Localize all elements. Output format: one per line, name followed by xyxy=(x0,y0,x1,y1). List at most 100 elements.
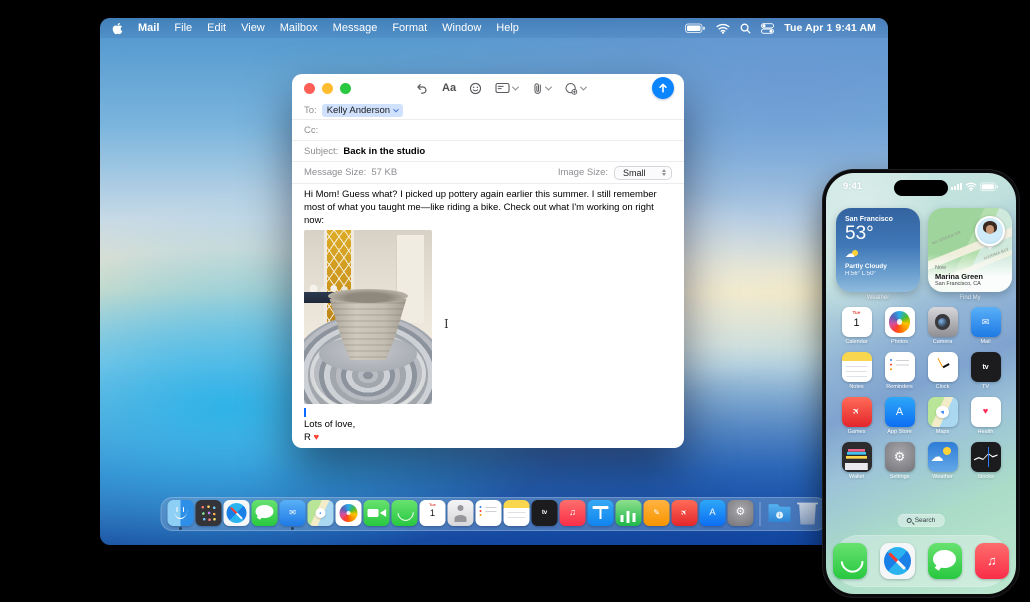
dock-item-safari[interactable] xyxy=(223,498,250,530)
dock-item-phone[interactable] xyxy=(391,498,418,530)
dock-item-contacts[interactable] xyxy=(447,498,474,530)
emoji-button[interactable] xyxy=(469,82,482,95)
dock-icon-finder[interactable] xyxy=(167,500,194,526)
dock-icon-numbers[interactable] xyxy=(615,500,642,526)
dock-item-keynote[interactable] xyxy=(587,498,614,530)
menu-window[interactable]: Window xyxy=(442,22,481,34)
app-icon-health[interactable]: ♥ xyxy=(970,397,1001,427)
dock-icon-safari[interactable] xyxy=(223,500,250,526)
dock-icon-mail[interactable]: ✉ xyxy=(279,500,306,526)
dock-icon-launchpad[interactable] xyxy=(195,500,222,526)
dock-icon-reminders[interactable] xyxy=(475,500,502,526)
dock-icon-trash[interactable] xyxy=(797,502,818,525)
message-body[interactable]: Hi Mom! Guess what? I picked up pottery … xyxy=(292,184,684,445)
app-icon-maps[interactable] xyxy=(927,397,958,427)
dock-app-icon-phone[interactable] xyxy=(833,543,868,579)
dock-item-finder[interactable] xyxy=(167,498,194,530)
dock-icon-phone[interactable] xyxy=(391,500,418,526)
dock-icon-settings[interactable]: ⚙ xyxy=(727,500,754,526)
minimize-button[interactable] xyxy=(322,82,333,94)
dock-app-icon-safari[interactable] xyxy=(880,543,915,579)
dock-icon-facetime[interactable] xyxy=(363,500,390,526)
menu-format[interactable]: Format xyxy=(392,22,427,34)
dock-icon-music[interactable]: ♫ xyxy=(559,500,586,526)
app-tile-weather[interactable]: Weather xyxy=(923,442,963,480)
dock-icon-messages[interactable] xyxy=(251,500,278,526)
app-tile-tv[interactable]: tv TV xyxy=(966,352,1006,390)
app-tile-photos[interactable]: Photos xyxy=(880,307,920,345)
send-button[interactable] xyxy=(652,77,674,99)
app-icon-games[interactable]: ✈ xyxy=(841,397,872,427)
app-tile-mail[interactable]: ✉ Mail xyxy=(966,307,1006,345)
dock-item-numbers[interactable] xyxy=(615,498,642,530)
app-icon-tv[interactable]: tv xyxy=(970,352,1001,382)
spotlight-search-pill[interactable]: Search xyxy=(897,514,945,527)
app-tile-clock[interactable]: Clock xyxy=(923,352,963,390)
dock-item-reminders[interactable] xyxy=(475,498,502,530)
undo-button[interactable] xyxy=(416,82,429,95)
app-icon-stocks[interactable] xyxy=(970,442,1001,472)
dock-icon-calendar[interactable]: Tue 1 xyxy=(419,500,446,526)
app-tile-reminders[interactable]: Reminders xyxy=(880,352,920,390)
app-tile-camera[interactable]: Camera xyxy=(923,307,963,345)
menu-view[interactable]: View xyxy=(241,22,265,34)
dock-item-music[interactable]: ♫ xyxy=(559,498,586,530)
battery-icon[interactable] xyxy=(685,23,706,34)
wifi-icon[interactable] xyxy=(716,23,730,34)
insert-photo-button[interactable] xyxy=(564,82,588,95)
dock-item-photos[interactable] xyxy=(335,498,362,530)
dock-item-launchpad[interactable] xyxy=(195,498,222,530)
weather-widget[interactable]: San Francisco 53° ☁ Partly Cloudy H:56° … xyxy=(836,208,920,292)
dock-icon-maps[interactable] xyxy=(307,500,334,526)
attach-button[interactable] xyxy=(531,82,553,95)
menu-help[interactable]: Help xyxy=(496,22,519,34)
dock-icon-photos[interactable] xyxy=(335,500,362,526)
dock-icon-keynote[interactable] xyxy=(587,500,614,526)
menu-edit[interactable]: Edit xyxy=(207,22,226,34)
dock-item-calendar[interactable]: Tue 1 xyxy=(419,498,446,530)
menu-bar-clock[interactable]: Tue Apr 1 9:41 AM xyxy=(784,22,876,34)
dock-icon-games[interactable]: ✈ xyxy=(671,500,698,526)
apple-menu[interactable] xyxy=(112,22,123,35)
dock-app-icon-music[interactable]: ♫ xyxy=(974,543,1009,579)
dock-item-maps[interactable] xyxy=(307,498,334,530)
dock-icon-appstore[interactable]: A xyxy=(699,500,726,526)
dock-item-settings[interactable]: ⚙ xyxy=(727,498,754,530)
app-tile-notes[interactable]: Notes xyxy=(837,352,877,390)
dock-icon-notes[interactable] xyxy=(503,500,530,526)
app-icon-mail[interactable]: ✉ xyxy=(970,307,1001,337)
zoom-button[interactable] xyxy=(340,82,351,94)
menu-message[interactable]: Message xyxy=(333,22,378,34)
app-icon-appstore[interactable]: A xyxy=(884,397,915,427)
dock-item-downloads[interactable]: ↓ xyxy=(767,498,793,530)
dock-item-facetime[interactable] xyxy=(363,498,390,530)
dock-item-notes[interactable] xyxy=(503,498,530,530)
app-tile-maps[interactable]: Maps xyxy=(923,397,963,435)
recipient-token[interactable]: Kelly Anderson xyxy=(321,104,404,117)
app-icon-photos[interactable] xyxy=(884,307,915,337)
app-tile-stocks[interactable]: Stocks xyxy=(966,442,1006,480)
app-icon-wallet[interactable] xyxy=(841,442,872,472)
app-tile-calendar[interactable]: Tue 1 Calendar xyxy=(837,307,877,345)
menu-mailbox[interactable]: Mailbox xyxy=(280,22,318,34)
to-field[interactable]: To: Kelly Anderson xyxy=(292,102,684,120)
header-fields-button[interactable] xyxy=(495,82,520,94)
dock-icon-tv[interactable]: tv xyxy=(531,500,558,526)
findmy-widget[interactable]: NA GREEN DR MARINA BLV Now Marina Green … xyxy=(928,208,1012,292)
dock-item-tv[interactable]: tv xyxy=(531,498,558,530)
dock-item-appstore[interactable]: A xyxy=(699,498,726,530)
dock-icon-pages[interactable]: ✎ xyxy=(643,500,670,526)
menu-mail[interactable]: Mail xyxy=(138,22,159,34)
close-button[interactable] xyxy=(304,82,315,94)
dock-item-trash[interactable] xyxy=(795,498,821,530)
app-tile-wallet[interactable]: Wallet xyxy=(837,442,877,480)
app-tile-settings[interactable]: ⚙ Settings xyxy=(880,442,920,480)
cc-field[interactable]: Cc: xyxy=(292,120,684,141)
app-tile-appstore[interactable]: A App Store xyxy=(880,397,920,435)
subject-field[interactable]: Subject: Back in the studio xyxy=(292,141,684,162)
dock-item-pages[interactable]: ✎ xyxy=(643,498,670,530)
app-icon-reminders[interactable] xyxy=(884,352,915,382)
format-button[interactable]: Aa xyxy=(442,82,456,94)
menu-file[interactable]: File xyxy=(174,22,192,34)
app-tile-health[interactable]: ♥ Health xyxy=(966,397,1006,435)
